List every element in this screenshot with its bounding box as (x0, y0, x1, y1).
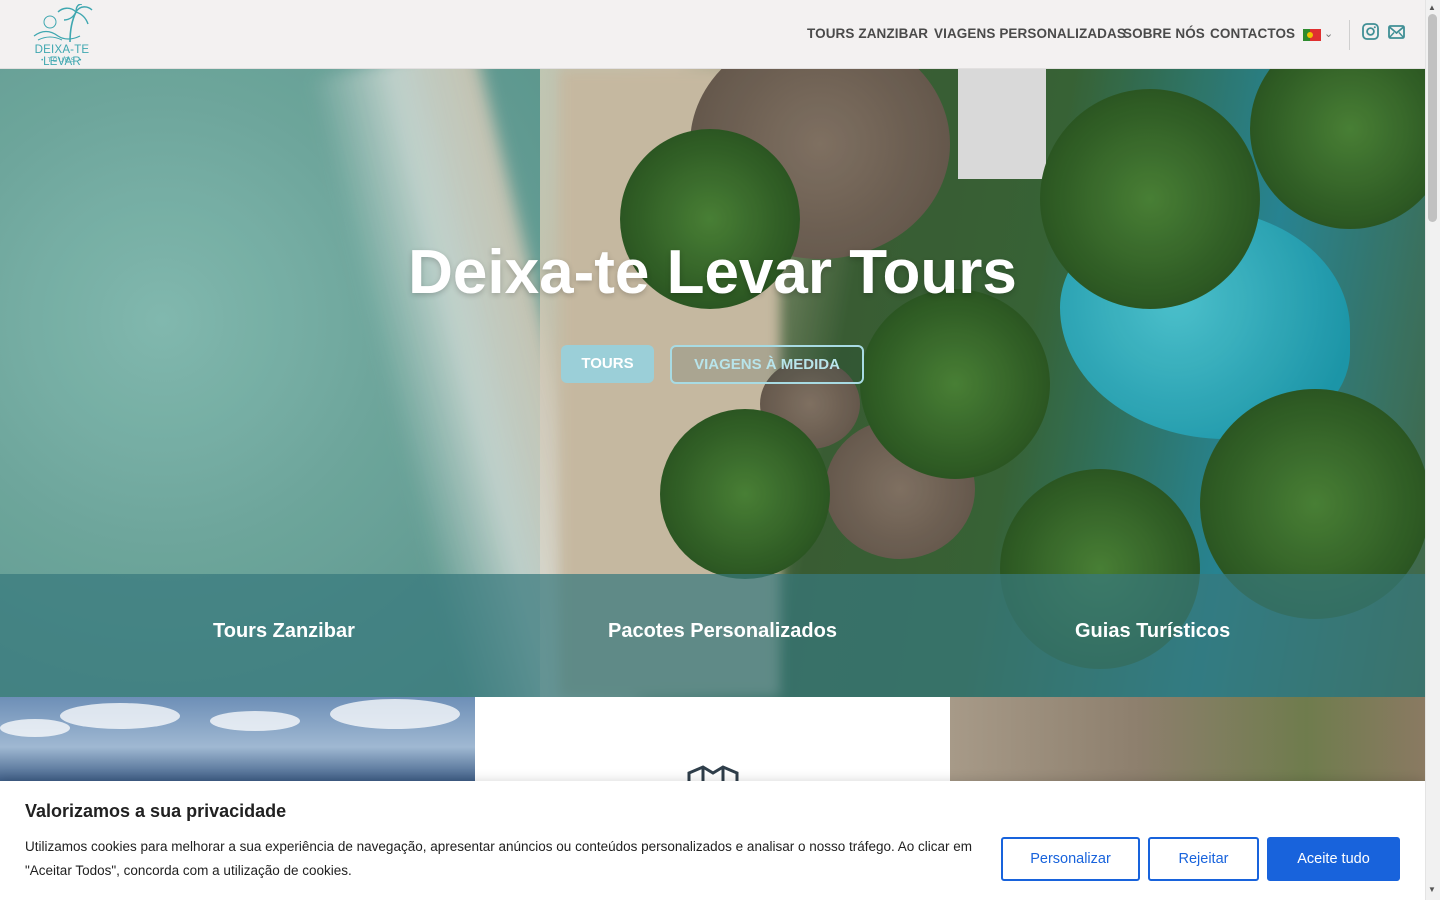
category-pacotes-personalizados[interactable]: Pacotes Personalizados (608, 620, 837, 643)
nav-tours-zanzibar[interactable]: TOURS ZANZIBAR (807, 26, 928, 41)
mail-icon[interactable] (1388, 25, 1405, 44)
scroll-down-arrow-icon[interactable]: ▼ (1428, 885, 1436, 894)
category-tours-zanzibar[interactable]: Tours Zanzibar (213, 620, 355, 643)
viagens-a-medida-button[interactable]: VIAGENS À MEDIDA (670, 345, 864, 384)
reject-cookies-button[interactable]: Rejeitar (1148, 837, 1259, 881)
nav-sobre-nos[interactable]: SOBRE NÓS (1123, 26, 1205, 41)
nav-divider (1349, 20, 1350, 50)
scroll-up-arrow-icon[interactable]: ▲ (1428, 3, 1436, 12)
scrollbar-thumb[interactable] (1428, 14, 1437, 222)
chevron-down-icon[interactable]: ⌄ (1324, 27, 1333, 40)
category-band: Tours Zanzibar Pacotes Personalizados Gu… (0, 574, 1425, 697)
cookie-consent-banner: Valorizamos a sua privacidade Utilizamos… (0, 781, 1425, 900)
accept-all-cookies-button[interactable]: Aceite tudo (1267, 837, 1400, 881)
cookie-description: Utilizamos cookies para melhorar a sua e… (25, 839, 973, 878)
tours-button[interactable]: TOURS (561, 345, 654, 383)
hero-title: Deixa-te Levar Tours (408, 238, 1017, 307)
nav-contactos[interactable]: CONTACTOS (1210, 26, 1295, 41)
site-header: DEIXA-TE LEVAR • TOURS • TOURS ZANZIBAR … (0, 0, 1425, 69)
hero-section: Deixa-te Levar Tours TOURS VIAGENS À MED… (0, 69, 1425, 697)
customize-cookies-button[interactable]: Personalizar (1001, 837, 1140, 881)
portugal-flag-icon[interactable] (1303, 29, 1321, 41)
instagram-icon[interactable] (1362, 23, 1379, 45)
category-guias-turisticos[interactable]: Guias Turísticos (1075, 620, 1230, 643)
nav-viagens-personalizadas[interactable]: VIAGENS PERSONALIZADAS (934, 26, 1126, 41)
main-nav: TOURS ZANZIBAR VIAGENS PERSONALIZADAS SO… (0, 0, 1425, 69)
cookie-title: Valorizamos a sua privacidade (25, 801, 287, 821)
